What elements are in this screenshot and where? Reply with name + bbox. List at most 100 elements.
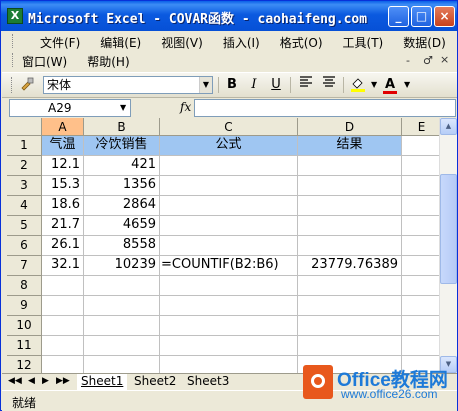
name-box-dropdown-icon[interactable]: ▼ xyxy=(120,100,126,116)
cell-d11[interactable] xyxy=(298,336,402,356)
menu-edit[interactable]: 编辑(E) xyxy=(100,34,141,51)
menu-data[interactable]: 数据(D) xyxy=(403,34,446,51)
formula-input[interactable] xyxy=(194,99,456,117)
cell-a5[interactable]: 21.7 xyxy=(42,216,84,236)
cell-a12[interactable] xyxy=(42,356,84,373)
row-header-3[interactable]: 3 xyxy=(7,176,42,196)
scroll-up-icon[interactable]: ▲ xyxy=(440,118,457,135)
cell-b10[interactable] xyxy=(84,316,160,336)
cell-c5[interactable] xyxy=(160,216,298,236)
menu-insert[interactable]: 插入(I) xyxy=(223,34,260,51)
cell-e8[interactable] xyxy=(402,276,439,296)
cell-b4[interactable]: 2864 xyxy=(84,196,160,216)
align-center-icon[interactable] xyxy=(319,76,339,94)
cell-d1[interactable]: 结果 xyxy=(298,136,402,156)
row-header-6[interactable]: 6 xyxy=(7,236,42,256)
worksheet-grid[interactable]: A B C D E 1 气温 冷饮销售 公式 结果 2 12.1 421 3 15.3 1356 4 18.6 28… xyxy=(7,118,439,373)
cell-e2[interactable] xyxy=(402,156,439,176)
row-header-9[interactable]: 9 xyxy=(7,296,42,316)
cell-b9[interactable] xyxy=(84,296,160,316)
cell-d9[interactable] xyxy=(298,296,402,316)
menu-format[interactable]: 格式(O) xyxy=(280,34,323,51)
cell-d7[interactable]: 23779.76389 xyxy=(298,256,402,276)
cell-d6[interactable] xyxy=(298,236,402,256)
column-header-a[interactable]: A xyxy=(42,118,84,136)
cell-d2[interactable] xyxy=(298,156,402,176)
title-bar[interactable]: X Microsoft Excel - COVAR函数 - caohaifeng… xyxy=(1,1,457,31)
cell-c7[interactable]: =COUNTIF(B2:B6) xyxy=(160,256,298,276)
cell-b3[interactable]: 1356 xyxy=(84,176,160,196)
cell-e5[interactable] xyxy=(402,216,439,236)
cell-c12[interactable] xyxy=(160,356,298,373)
align-left-icon[interactable] xyxy=(296,76,316,94)
cell-a2[interactable]: 12.1 xyxy=(42,156,84,176)
menu-grip-2[interactable] xyxy=(12,53,16,67)
cell-c9[interactable] xyxy=(160,296,298,316)
row-header-4[interactable]: 4 xyxy=(7,196,42,216)
scroll-thumb[interactable] xyxy=(440,174,457,284)
cell-b1[interactable]: 冷饮销售 xyxy=(84,136,160,156)
row-header-8[interactable]: 8 xyxy=(7,276,42,296)
excel-app-icon[interactable]: X xyxy=(7,8,23,24)
font-dropdown-arrow-icon[interactable]: ▼ xyxy=(199,77,212,93)
menu-help[interactable]: 帮助(H) xyxy=(87,53,129,70)
row-header-11[interactable]: 11 xyxy=(7,336,42,356)
cell-e1[interactable] xyxy=(402,136,439,156)
next-sheet-icon[interactable]: ▶ xyxy=(42,376,49,386)
cell-b11[interactable] xyxy=(84,336,160,356)
column-header-d[interactable]: D xyxy=(298,118,402,136)
format-painter-icon[interactable] xyxy=(17,76,37,94)
cell-a7[interactable]: 32.1 xyxy=(42,256,84,276)
cell-d3[interactable] xyxy=(298,176,402,196)
menu-file[interactable]: 文件(F) xyxy=(40,34,80,51)
font-color-button[interactable]: A xyxy=(380,76,400,94)
cell-c2[interactable] xyxy=(160,156,298,176)
cell-b12[interactable] xyxy=(84,356,160,373)
cell-c3[interactable] xyxy=(160,176,298,196)
cell-b7[interactable]: 10239 xyxy=(84,256,160,276)
cell-a3[interactable]: 15.3 xyxy=(42,176,84,196)
cell-d8[interactable] xyxy=(298,276,402,296)
cell-e11[interactable] xyxy=(402,336,439,356)
fill-color-dropdown-icon[interactable]: ▼ xyxy=(371,80,377,89)
cell-a11[interactable] xyxy=(42,336,84,356)
cell-a1[interactable]: 气温 xyxy=(42,136,84,156)
doc-restore-button[interactable]: ♂ xyxy=(423,54,433,67)
menu-window[interactable]: 窗口(W) xyxy=(22,53,67,70)
cell-b5[interactable]: 4659 xyxy=(84,216,160,236)
cell-b6[interactable]: 8558 xyxy=(84,236,160,256)
row-header-10[interactable]: 10 xyxy=(7,316,42,336)
cell-d10[interactable] xyxy=(298,316,402,336)
minimize-button[interactable]: _ xyxy=(388,6,409,27)
cell-a8[interactable] xyxy=(42,276,84,296)
cell-b2[interactable]: 421 xyxy=(84,156,160,176)
maximize-button[interactable]: □ xyxy=(411,6,432,27)
cell-a10[interactable] xyxy=(42,316,84,336)
cell-c1[interactable]: 公式 xyxy=(160,136,298,156)
prev-sheet-icon[interactable]: ◀ xyxy=(28,376,35,386)
toolbar-grip[interactable] xyxy=(11,77,15,93)
menu-tools[interactable]: 工具(T) xyxy=(343,34,384,51)
italic-button[interactable]: I xyxy=(244,76,264,94)
first-sheet-icon[interactable]: ◀◀ xyxy=(8,376,22,386)
fill-color-icon[interactable] xyxy=(348,76,368,94)
row-header-12[interactable]: 12 xyxy=(7,356,42,373)
menu-view[interactable]: 视图(V) xyxy=(161,34,203,51)
menu-grip[interactable] xyxy=(12,34,16,48)
row-header-1[interactable]: 1 xyxy=(7,136,42,156)
row-header-2[interactable]: 2 xyxy=(7,156,42,176)
cell-e6[interactable] xyxy=(402,236,439,256)
row-header-7[interactable]: 7 xyxy=(7,256,42,276)
doc-close-button[interactable]: × xyxy=(440,53,449,66)
cell-a9[interactable] xyxy=(42,296,84,316)
cell-e7[interactable] xyxy=(402,256,439,276)
select-all-corner[interactable] xyxy=(7,118,42,136)
cell-c11[interactable] xyxy=(160,336,298,356)
cell-c4[interactable] xyxy=(160,196,298,216)
column-header-e[interactable]: E xyxy=(402,118,439,136)
cell-d4[interactable] xyxy=(298,196,402,216)
insert-function-icon[interactable]: fx xyxy=(180,100,191,114)
cell-c10[interactable] xyxy=(160,316,298,336)
cell-a4[interactable]: 18.6 xyxy=(42,196,84,216)
last-sheet-icon[interactable]: ▶▶ xyxy=(56,376,70,386)
